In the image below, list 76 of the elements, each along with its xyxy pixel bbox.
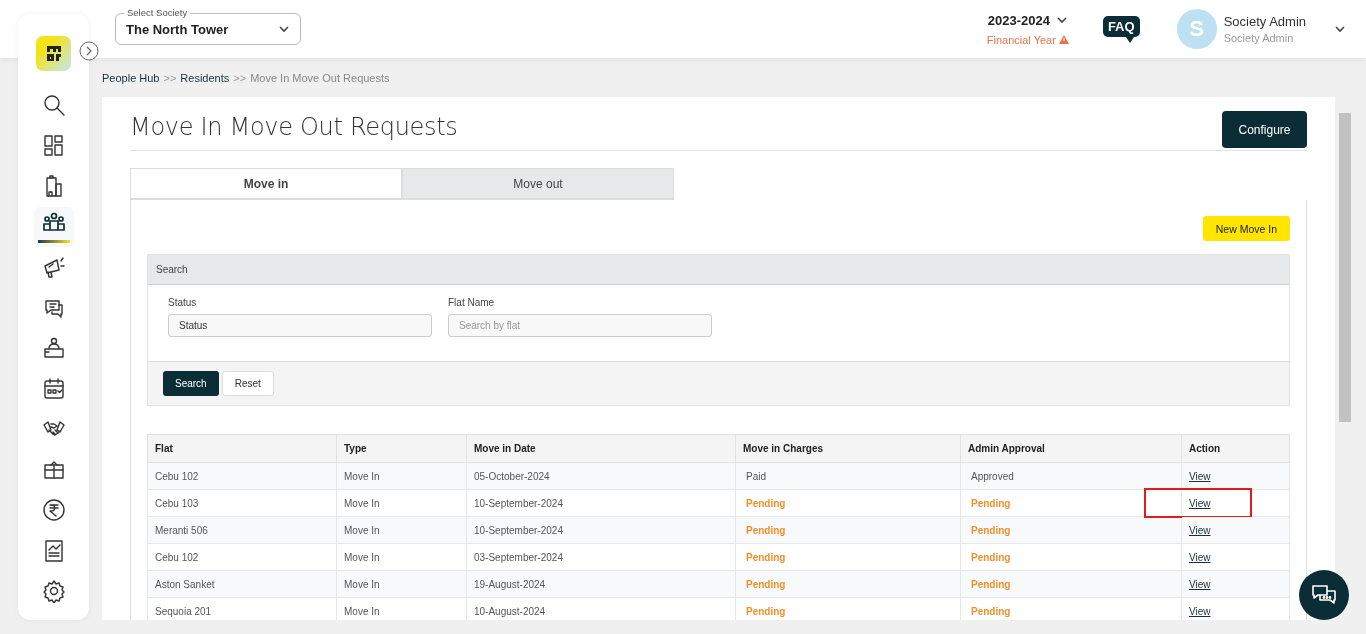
- table-cell: 10-September-2024: [466, 516, 736, 544]
- table-cell: 05-October-2024: [466, 462, 736, 490]
- tab[interactable]: Move out: [402, 168, 674, 200]
- view-link[interactable]: View: [1189, 497, 1211, 509]
- chat-bubbles-icon: [1311, 583, 1337, 607]
- field-label: Select Society: [124, 7, 191, 18]
- table-cell: Move In: [336, 570, 467, 598]
- tab[interactable]: Move in: [130, 168, 402, 200]
- view-link[interactable]: View: [1189, 470, 1211, 482]
- status-cell: Pending: [960, 543, 1182, 571]
- column-header: Type: [336, 434, 467, 463]
- view-link[interactable]: View: [1189, 551, 1211, 563]
- year-note: Financial Year: [986, 33, 1056, 46]
- settings-icon: [41, 579, 66, 604]
- chevron-down-icon: [278, 25, 290, 33]
- desk-icon: [41, 336, 66, 361]
- field-label: Status: [168, 297, 198, 308]
- page-title: Move In Move Out Requests: [130, 113, 458, 141]
- status-cell: Approved: [960, 462, 1182, 490]
- search-button[interactable]: Search: [163, 371, 219, 396]
- status-cell: Paid: [735, 462, 961, 490]
- field-label: Flat Name: [448, 297, 496, 308]
- user-name: Society Admin: [1223, 14, 1306, 29]
- megaphone-icon: [41, 255, 66, 280]
- status-cell: Pending: [960, 489, 1182, 517]
- bubble-tail-icon: [1125, 36, 1134, 43]
- chevron-down-icon: [1055, 16, 1068, 24]
- search-panel-header: Search: [148, 255, 1289, 285]
- rupee-icon: [41, 498, 66, 523]
- table-cell: 03-September-2024: [466, 543, 736, 571]
- breadcrumb-separator: >>: [163, 71, 177, 84]
- table-cell: Cebu 102: [147, 543, 337, 571]
- user-role: Society Admin: [1223, 32, 1295, 44]
- table-cell: Meranti 506: [147, 516, 337, 544]
- table-cell: 19-August-2024: [466, 570, 736, 598]
- column-header: Action: [1181, 434, 1290, 463]
- column-header: Admin Approval: [960, 434, 1182, 463]
- breadcrumb-separator: >>: [233, 71, 247, 84]
- table-cell: Move In: [336, 489, 467, 517]
- status-cell: Pending: [735, 543, 961, 571]
- expand-icon[interactable]: [79, 41, 99, 61]
- breadcrumb-link[interactable]: Residents: [180, 71, 230, 84]
- logo-icon[interactable]: [36, 36, 71, 71]
- status-cell: Pending: [735, 570, 961, 598]
- warning-icon: [1058, 35, 1069, 44]
- table-cell: Cebu 103: [147, 489, 337, 517]
- table-cell: Aston Sanket: [147, 570, 337, 598]
- people-nav-item[interactable]: [33, 206, 74, 247]
- search-icon: [41, 93, 66, 118]
- new-move-in-button[interactable]: New Move In: [1202, 216, 1290, 241]
- status-cell: Pending: [960, 516, 1182, 544]
- table-cell: Sequoia 201: [147, 597, 337, 620]
- column-header: Move in Charges: [735, 434, 961, 463]
- table-cell: Move In: [336, 462, 467, 490]
- column-header: Move in Date: [466, 434, 736, 463]
- input-field[interactable]: Status: [168, 314, 432, 337]
- table-cell: 10-September-2024: [466, 489, 736, 517]
- column-header: Flat: [147, 434, 337, 463]
- view-link[interactable]: View: [1189, 578, 1211, 590]
- status-cell: Pending: [735, 489, 961, 517]
- view-link[interactable]: View: [1189, 605, 1211, 617]
- status-cell: Pending: [735, 516, 961, 544]
- calendar-icon: [41, 376, 66, 401]
- input-field[interactable]: Search by flat: [448, 314, 712, 337]
- configure-button[interactable]: Configure: [1222, 111, 1307, 148]
- reset-button[interactable]: Reset: [221, 371, 274, 396]
- select-value: The North Tower: [126, 21, 229, 37]
- table-cell: Move In: [336, 543, 467, 571]
- view-link[interactable]: View: [1189, 524, 1211, 536]
- status-cell: Pending: [960, 570, 1182, 598]
- breadcrumb-link[interactable]: People Hub: [102, 71, 160, 84]
- dashboard-icon: [41, 133, 66, 158]
- chevron-down-icon: [1334, 25, 1346, 33]
- year-select[interactable]: 2023-2024: [987, 12, 1050, 28]
- table-cell: Cebu 102: [147, 462, 337, 490]
- table-cell: Move In: [336, 516, 467, 544]
